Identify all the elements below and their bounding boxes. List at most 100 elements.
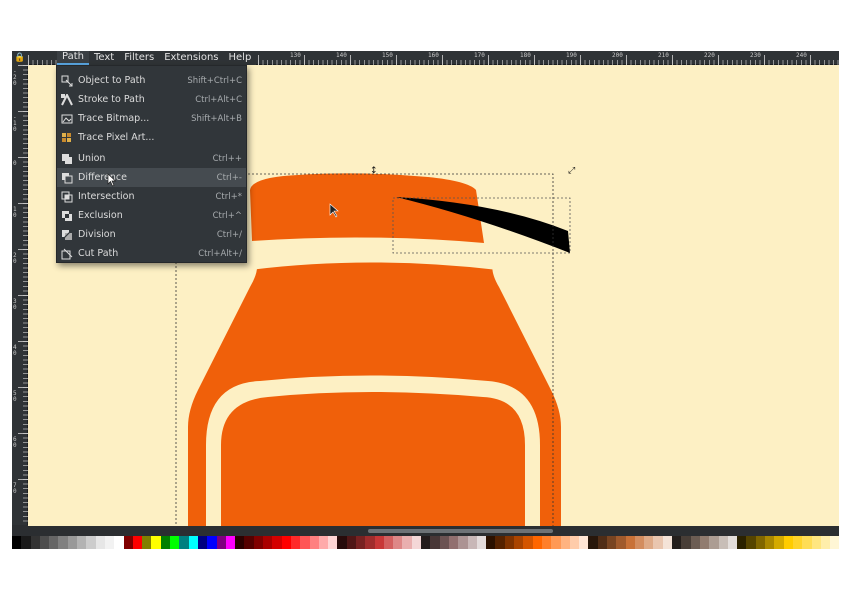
color-swatch[interactable] — [346, 536, 356, 549]
color-swatch[interactable] — [532, 536, 542, 549]
horizontal-scrollbar[interactable] — [28, 526, 839, 536]
color-swatch[interactable] — [458, 536, 468, 549]
rotate-handle-corner[interactable]: ⤢ — [567, 166, 575, 176]
vertical-ruler[interactable]: -20 -10 0 10 20 30 40 50 60 70 — [12, 65, 28, 525]
color-swatch[interactable] — [607, 536, 617, 549]
color-swatch[interactable] — [197, 536, 208, 549]
color-swatch[interactable] — [467, 536, 477, 549]
color-swatch[interactable] — [309, 536, 319, 549]
color-swatch[interactable] — [337, 536, 347, 549]
color-swatch[interactable] — [709, 536, 719, 549]
color-swatch[interactable] — [411, 536, 422, 549]
color-swatch[interactable] — [541, 536, 552, 549]
color-swatch[interactable] — [86, 536, 96, 549]
color-palette[interactable] — [12, 536, 839, 549]
color-swatch[interactable] — [207, 536, 217, 549]
color-swatch[interactable] — [616, 536, 626, 549]
color-swatch[interactable] — [746, 536, 756, 549]
color-swatch[interactable] — [514, 536, 524, 549]
lock-guides-icon[interactable]: 🔒 — [12, 51, 28, 65]
menu-path[interactable]: Path — [57, 51, 89, 65]
color-swatch[interactable] — [699, 536, 710, 549]
color-swatch[interactable] — [77, 536, 87, 549]
menu-item-union[interactable]: Union Ctrl++ — [57, 149, 246, 168]
color-swatch[interactable] — [281, 536, 291, 549]
color-swatch[interactable] — [114, 536, 124, 549]
color-swatch[interactable] — [132, 536, 143, 549]
color-swatch[interactable] — [672, 536, 682, 549]
color-swatch[interactable] — [755, 536, 766, 549]
menu-item-trace-pixel-art[interactable]: Trace Pixel Art... — [57, 128, 246, 147]
rotate-handle-top[interactable]: ↕ — [370, 166, 378, 176]
color-swatch[interactable] — [30, 536, 40, 549]
color-swatch[interactable] — [811, 536, 821, 549]
color-swatch[interactable] — [718, 536, 728, 549]
color-swatch[interactable] — [160, 536, 171, 549]
color-swatch[interactable] — [244, 536, 254, 549]
menu-item-difference[interactable]: Difference Ctrl+- — [57, 168, 246, 187]
color-swatch[interactable] — [653, 536, 663, 549]
color-swatch[interactable] — [142, 536, 152, 549]
menu-extensions[interactable]: Extensions — [159, 51, 223, 65]
color-swatch[interactable] — [662, 536, 673, 549]
color-swatch[interactable] — [792, 536, 803, 549]
color-swatch[interactable] — [402, 536, 412, 549]
color-swatch[interactable] — [644, 536, 654, 549]
color-swatch[interactable] — [439, 536, 449, 549]
color-swatch[interactable] — [727, 536, 738, 549]
color-swatch[interactable] — [625, 536, 635, 549]
menu-item-stroke-to-path[interactable]: Stroke to Path Ctrl+Alt+C — [57, 90, 246, 109]
menu-item-cut-path[interactable]: Cut Path Ctrl+Alt+/ — [57, 244, 246, 263]
color-swatch[interactable] — [39, 536, 50, 549]
color-swatch[interactable] — [579, 536, 589, 549]
color-swatch[interactable] — [690, 536, 700, 549]
color-swatch[interactable] — [225, 536, 236, 549]
color-swatch[interactable] — [774, 536, 784, 549]
color-swatch[interactable] — [49, 536, 59, 549]
color-swatch[interactable] — [560, 536, 570, 549]
color-swatch[interactable] — [476, 536, 487, 549]
color-swatch[interactable] — [179, 536, 189, 549]
color-swatch[interactable] — [830, 536, 839, 549]
color-swatch[interactable] — [374, 536, 384, 549]
color-swatch[interactable] — [104, 536, 115, 549]
color-swatch[interactable] — [393, 536, 403, 549]
color-swatch[interactable] — [328, 536, 338, 549]
menu-item-division[interactable]: Division Ctrl+/ — [57, 225, 246, 244]
color-swatch[interactable] — [21, 536, 31, 549]
color-swatch[interactable] — [95, 536, 105, 549]
color-swatch[interactable] — [58, 536, 68, 549]
color-swatch[interactable] — [12, 536, 22, 549]
color-swatch[interactable] — [486, 536, 496, 549]
color-swatch[interactable] — [151, 536, 161, 549]
menu-item-exclusion[interactable]: Exclusion Ctrl+^ — [57, 206, 246, 225]
menu-help[interactable]: Help — [224, 51, 257, 65]
color-swatch[interactable] — [783, 536, 793, 549]
color-swatch[interactable] — [448, 536, 459, 549]
color-swatch[interactable] — [551, 536, 561, 549]
color-swatch[interactable] — [123, 536, 133, 549]
color-swatch[interactable] — [588, 536, 598, 549]
menu-item-trace-bitmap[interactable]: Trace Bitmap... Shift+Alt+B — [57, 109, 246, 128]
color-swatch[interactable] — [355, 536, 366, 549]
menu-filters[interactable]: Filters — [119, 51, 159, 65]
color-swatch[interactable] — [430, 536, 440, 549]
color-swatch[interactable] — [188, 536, 198, 549]
scrollbar-thumb[interactable] — [368, 529, 553, 533]
color-swatch[interactable] — [802, 536, 812, 549]
color-swatch[interactable] — [634, 536, 645, 549]
color-swatch[interactable] — [765, 536, 775, 549]
color-swatch[interactable] — [597, 536, 607, 549]
menu-item-intersection[interactable]: Intersection Ctrl+* — [57, 187, 246, 206]
color-swatch[interactable] — [253, 536, 264, 549]
color-swatch[interactable] — [569, 536, 580, 549]
color-swatch[interactable] — [170, 536, 180, 549]
color-swatch[interactable] — [523, 536, 533, 549]
color-swatch[interactable] — [681, 536, 691, 549]
color-swatch[interactable] — [272, 536, 282, 549]
color-swatch[interactable] — [263, 536, 273, 549]
color-swatch[interactable] — [820, 536, 831, 549]
color-swatch[interactable] — [318, 536, 329, 549]
menu-item-object-to-path[interactable]: Object to Path Shift+Ctrl+C — [57, 71, 246, 90]
color-swatch[interactable] — [737, 536, 747, 549]
